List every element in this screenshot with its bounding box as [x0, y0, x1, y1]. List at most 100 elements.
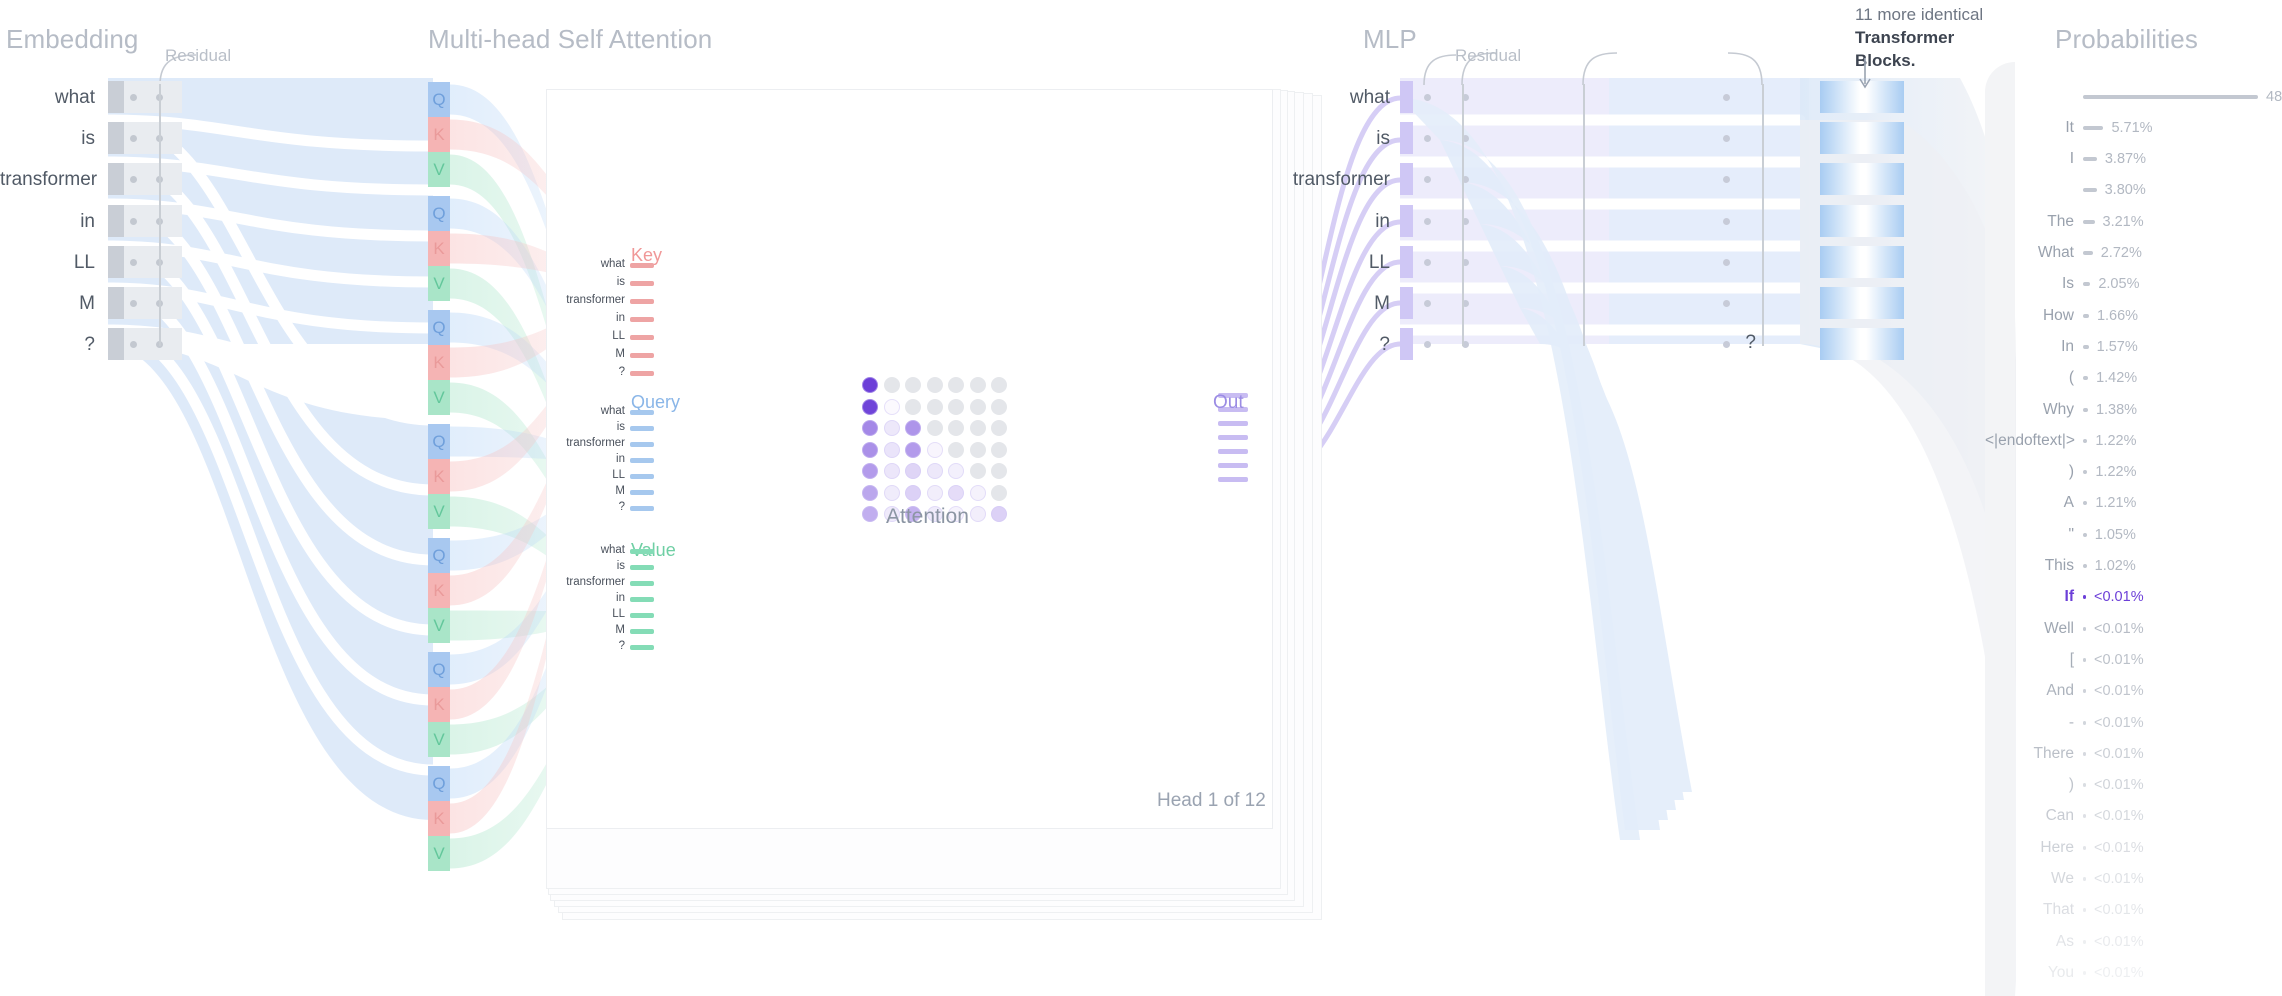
embedding-token-4[interactable]: LL	[0, 252, 95, 274]
attention-cell-2-5[interactable]	[969, 420, 986, 436]
qkv-cell-k-1[interactable]: K	[428, 231, 450, 266]
attention-cell-5-2[interactable]	[905, 484, 921, 501]
mlp-token-3[interactable]: in	[1268, 211, 1390, 233]
attention-cell-4-5[interactable]	[969, 463, 986, 479]
probability-row-2[interactable]: I 3.87%	[1985, 149, 2146, 170]
mlp-token-4[interactable]: LL	[1268, 252, 1390, 274]
attention-cell-4-0[interactable]	[862, 463, 878, 479]
probability-row-25[interactable]: We <0.01%	[1985, 869, 2144, 890]
attention-cell-0-6[interactable]	[991, 377, 1007, 393]
qkv-cell-k-6[interactable]: K	[428, 801, 450, 836]
qkv-cell-k-2[interactable]: K	[428, 345, 450, 380]
attention-cell-3-5[interactable]	[969, 441, 986, 458]
qkv-cell-v-2[interactable]: V	[428, 380, 450, 415]
attention-cell-2-6[interactable]	[991, 420, 1007, 436]
probability-row-28[interactable]: You <0.01%	[1985, 962, 2144, 983]
probability-row-17[interactable]: Well <0.01%	[1985, 618, 2143, 639]
attention-cell-5-6[interactable]	[991, 484, 1007, 501]
mlp-token-1[interactable]: is	[1268, 128, 1390, 150]
probability-row-14[interactable]: " 1.05%	[1985, 524, 2135, 545]
embedding-token-3[interactable]: in	[0, 211, 95, 233]
probability-row-8[interactable]: In 1.57%	[1985, 336, 2138, 357]
qkv-cell-q-1[interactable]: Q	[428, 196, 450, 231]
probability-row-1[interactable]: It 5.71%	[1985, 117, 2152, 138]
probability-row-27[interactable]: As <0.01%	[1985, 931, 2144, 952]
qkv-cell-q-3[interactable]: Q	[428, 424, 450, 459]
probability-row-26[interactable]: That <0.01%	[1985, 900, 2144, 921]
attention-cell-2-3[interactable]	[926, 420, 943, 436]
attention-cell-6-0[interactable]	[862, 506, 878, 522]
attention-cell-6-5[interactable]	[969, 506, 986, 522]
qkv-cell-q-4[interactable]: Q	[428, 538, 450, 573]
probability-row-7[interactable]: How 1.66%	[1985, 305, 2138, 326]
attention-cell-6-6[interactable]	[991, 506, 1007, 522]
attention-cell-3-6[interactable]	[991, 441, 1007, 458]
attention-cell-0-5[interactable]	[969, 377, 986, 393]
probability-row-9[interactable]: (1.42%	[1985, 368, 2137, 389]
probability-row-0[interactable]: 48.84%	[1985, 86, 2282, 107]
qkv-cell-v-0[interactable]: V	[428, 152, 450, 187]
qkv-cell-q-6[interactable]: Q	[428, 766, 450, 801]
attention-cell-5-4[interactable]	[948, 484, 964, 501]
probability-row-5[interactable]: What 2.72%	[1985, 243, 2142, 264]
qkv-cell-k-4[interactable]: K	[428, 573, 450, 608]
probability-row-15[interactable]: This 1.02%	[1985, 556, 2136, 577]
head-counter[interactable]: Head 1 of 12	[1157, 790, 1266, 812]
attention-cell-2-4[interactable]	[948, 420, 964, 436]
attention-cell-0-0[interactable]	[862, 377, 878, 393]
probability-row-21[interactable]: There <0.01%	[1985, 743, 2144, 764]
probability-row-11[interactable]: <|endoftext|> 1.22%	[1985, 430, 2136, 451]
embedding-token-0[interactable]: what	[0, 87, 95, 109]
probability-row-6[interactable]: Is 2.05%	[1985, 274, 2140, 295]
qkv-cell-v-4[interactable]: V	[428, 608, 450, 643]
attention-cell-1-1[interactable]	[883, 398, 900, 415]
attention-cell-0-3[interactable]	[926, 377, 943, 393]
qkv-cell-v-3[interactable]: V	[428, 494, 450, 529]
attention-cell-1-6[interactable]	[991, 398, 1007, 415]
qkv-cell-k-0[interactable]: K	[428, 117, 450, 152]
probability-row-12[interactable]: ) 1.22%	[1985, 462, 2137, 483]
probability-row-20[interactable]: - <0.01%	[1985, 712, 2144, 733]
embedding-token-1[interactable]: is	[0, 128, 95, 150]
attention-cell-4-1[interactable]	[883, 463, 900, 479]
mlp-token-5[interactable]: M	[1268, 293, 1390, 315]
probability-row-16[interactable]: If <0.01%	[1985, 587, 2144, 608]
attention-cell-4-4[interactable]	[948, 463, 964, 479]
attention-cell-1-4[interactable]	[948, 398, 964, 415]
qkv-cell-q-2[interactable]: Q	[428, 310, 450, 345]
mlp-token-2[interactable]: transformer	[1268, 169, 1390, 191]
attention-cell-2-1[interactable]	[883, 420, 900, 436]
attention-cell-1-5[interactable]	[969, 398, 986, 415]
embedding-token-6[interactable]: ?	[0, 334, 95, 356]
probability-row-23[interactable]: Can <0.01%	[1985, 806, 2144, 827]
head-card-active[interactable]	[546, 89, 1273, 829]
attention-cell-4-6[interactable]	[991, 463, 1007, 479]
attention-cell-2-0[interactable]	[862, 420, 878, 436]
attention-cell-3-3[interactable]	[926, 441, 943, 458]
probability-row-4[interactable]: The 3.21%	[1985, 211, 2143, 232]
qkv-cell-k-3[interactable]: K	[428, 459, 450, 494]
qkv-cell-k-5[interactable]: K	[428, 687, 450, 722]
probability-row-18[interactable]: [<0.01%	[1985, 649, 2144, 670]
attention-cell-0-2[interactable]	[905, 377, 921, 393]
attention-cell-1-0[interactable]	[862, 398, 878, 415]
mlp-token-0[interactable]: what	[1268, 87, 1390, 109]
attention-cell-5-5[interactable]	[969, 484, 986, 501]
qkv-cell-v-1[interactable]: V	[428, 266, 450, 301]
embedding-token-5[interactable]: M	[0, 293, 95, 315]
attention-cell-1-3[interactable]	[926, 398, 943, 415]
attention-cell-5-0[interactable]	[862, 484, 878, 501]
probability-row-22[interactable]: ) <0.01%	[1985, 775, 2144, 796]
probability-row-19[interactable]: And <0.01%	[1985, 681, 2143, 702]
attention-cell-4-3[interactable]	[926, 463, 943, 479]
attention-cell-5-3[interactable]	[926, 484, 943, 501]
attention-cell-2-2[interactable]	[905, 420, 921, 436]
attention-cell-5-1[interactable]	[883, 484, 900, 501]
probability-row-10[interactable]: Why 1.38%	[1985, 399, 2137, 420]
qkv-cell-q-5[interactable]: Q	[428, 652, 450, 687]
attention-cell-3-0[interactable]	[862, 441, 878, 458]
embedding-token-2[interactable]: transformer	[0, 169, 97, 191]
qkv-cell-q-0[interactable]: Q	[428, 82, 450, 117]
attention-cell-3-4[interactable]	[948, 441, 964, 458]
attention-cell-1-2[interactable]	[905, 398, 921, 415]
